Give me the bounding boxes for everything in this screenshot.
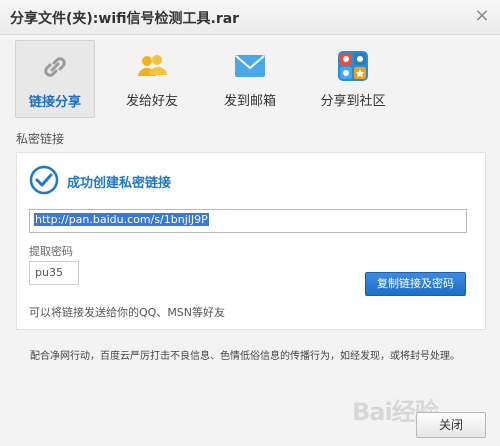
tab-label: 分享到社区 bbox=[320, 94, 386, 109]
share-link-field[interactable]: http://pan.baidu.com/s/1bnjlJ9P bbox=[29, 209, 467, 233]
window-title: 分享文件(夹):wifi信号检测工具.rar bbox=[10, 11, 240, 27]
close-icon[interactable]: × bbox=[472, 6, 492, 26]
section-label: 私密链接 bbox=[16, 132, 65, 146]
tab-send-mail[interactable]: 发到邮箱 bbox=[210, 40, 290, 118]
policy-notice: 配合净网行动，百度云严厉打击不良信息、色情低俗信息的传播行为，如经发现，或将封号… bbox=[30, 351, 460, 362]
copy-link-button[interactable]: 复制链接及密码 bbox=[365, 272, 466, 296]
share-hint: 可以将链接发送给你的QQ、MSN等好友 bbox=[29, 306, 226, 319]
tab-label: 发到邮箱 bbox=[223, 94, 276, 109]
title-bar: 分享文件(夹):wifi信号检测工具.rar × bbox=[0, 0, 500, 35]
extraction-code-field[interactable]: pu35 bbox=[29, 261, 79, 285]
link-icon bbox=[44, 57, 66, 77]
mail-icon bbox=[235, 55, 265, 77]
success-check-icon bbox=[29, 165, 59, 195]
tab-label: 链接分享 bbox=[28, 95, 81, 110]
success-message: 成功创建私密链接 bbox=[67, 176, 172, 191]
share-link-text: http://pan.baidu.com/s/1bnjlJ9P bbox=[34, 213, 209, 226]
close-button[interactable]: 关闭 bbox=[416, 412, 486, 438]
tab-send-friends[interactable]: 发给好友 bbox=[112, 40, 192, 118]
tab-share-community[interactable]: 分享到社区 bbox=[308, 40, 398, 118]
private-link-panel: 成功创建私密链接 http://pan.baidu.com/s/1bnjlJ9P… bbox=[16, 152, 486, 330]
code-label: 提取密码 bbox=[29, 245, 73, 258]
friends-icon bbox=[138, 55, 167, 76]
tab-label: 发给好友 bbox=[125, 94, 178, 109]
tab-link-share[interactable]: 链接分享 bbox=[15, 40, 95, 118]
community-icon bbox=[338, 51, 368, 81]
